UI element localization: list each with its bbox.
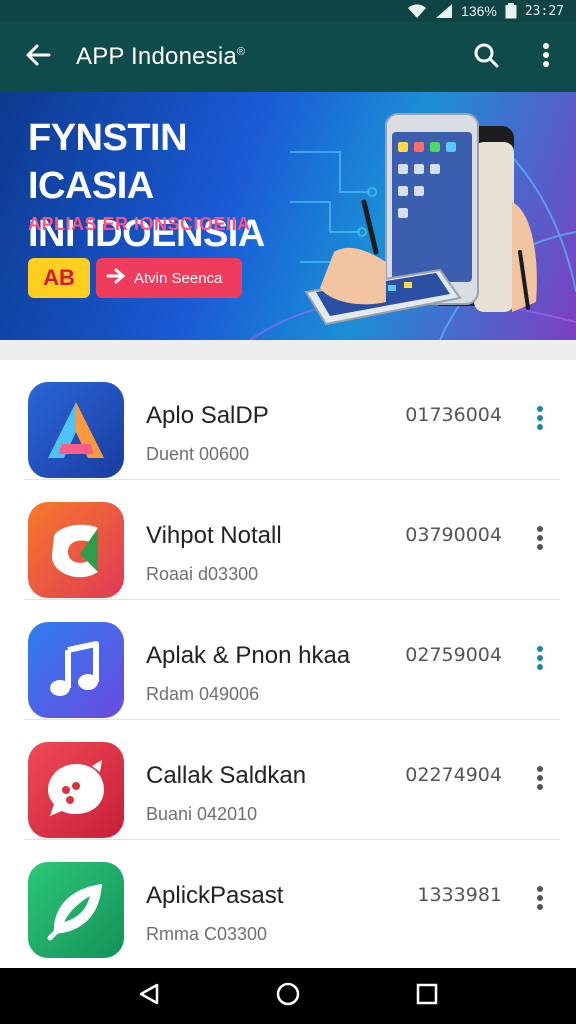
app-number: 1333981: [417, 884, 502, 906]
app-desc: Buani 042010: [146, 804, 258, 824]
nav-home-button[interactable]: [258, 968, 318, 1024]
banner-cta-label: Atvin Seenca: [134, 269, 223, 287]
app-desc: Rmma C03300: [146, 924, 268, 944]
app-number: 03790004: [405, 524, 502, 546]
status-time: 23:27: [524, 3, 564, 19]
signal-icon: [435, 3, 453, 19]
page-title: APP Indonesia®: [76, 43, 456, 71]
app-name: AplickPasast: [146, 882, 284, 909]
app-name: Aplo SalDP: [146, 402, 269, 429]
more-vert-icon: [537, 525, 543, 556]
overflow-menu-button[interactable]: [516, 22, 576, 92]
banner-headline: FYNSTIN ICASIA INI IDOENSIA: [28, 114, 298, 258]
banner-headline-line1: FYNSTIN ICASIA: [28, 117, 188, 207]
app-name: Vihpot Notall: [146, 522, 282, 549]
list-item[interactable]: Aplak & Pnon hkaa Rdam 049006 02759004: [0, 600, 576, 720]
wifi-icon: [407, 3, 427, 19]
more-vert-icon: [537, 405, 543, 436]
list-item[interactable]: Callak Saldkan Buani 042010 02274904: [0, 720, 576, 840]
arrow-left-icon: [25, 42, 51, 73]
registered-mark: ®: [236, 46, 246, 58]
app-number: 02759004: [405, 644, 502, 666]
more-vert-icon: [537, 885, 543, 916]
more-vert-icon: [537, 765, 543, 796]
square-recents-icon: [416, 983, 438, 1010]
list-item[interactable]: Vihpot Notall Roaai d03300 03790004: [0, 480, 576, 600]
phones-illustration: [304, 113, 537, 326]
search-icon: [473, 42, 499, 73]
search-button[interactable]: [456, 22, 516, 92]
item-more-button[interactable]: [526, 640, 554, 680]
app-list: Aplo SalDP Duent 00600 01736004 Vihpot N…: [0, 360, 576, 968]
arrow-right-icon: [106, 268, 126, 288]
letter-a-app-icon: [28, 382, 124, 478]
status-bar: 136% 23:27: [0, 0, 576, 22]
back-button[interactable]: [0, 22, 76, 92]
more-vert-icon: [537, 645, 543, 676]
battery-percent: 136%: [461, 3, 497, 19]
banner-logo-badge: AB: [28, 258, 90, 298]
nav-back-button[interactable]: [119, 968, 179, 1024]
list-item[interactable]: AplickPasast Rmma C03300 1333981: [0, 840, 576, 960]
leaf-g-app-icon: [28, 502, 124, 598]
app-desc: Duent 00600: [146, 444, 250, 464]
app-name: Callak Saldkan: [146, 762, 307, 789]
system-nav-bar: [0, 968, 576, 1024]
battery-icon: [505, 3, 517, 19]
item-more-button[interactable]: [526, 400, 554, 440]
item-more-button[interactable]: [526, 880, 554, 920]
section-divider: [0, 340, 576, 360]
more-vert-icon: [542, 42, 550, 73]
app-number: 01736004: [405, 404, 502, 426]
list-item[interactable]: Aplo SalDP Duent 00600 01736004: [0, 360, 576, 480]
item-more-button[interactable]: [526, 520, 554, 560]
app-desc: Roaai d03300: [146, 564, 259, 584]
leaf-app-icon: [28, 862, 124, 958]
music-note-app-icon: [28, 622, 124, 718]
app-bar: APP Indonesia®: [0, 22, 576, 92]
app-desc: Rdam 049006: [146, 684, 260, 704]
banner-cta-button[interactable]: Atvin Seenca: [96, 258, 242, 298]
chat-bubble-app-icon: [28, 742, 124, 838]
nav-recents-button[interactable]: [397, 968, 457, 1024]
promo-banner[interactable]: FYNSTIN ICASIA INI IDOENSIA APLIAS ER IO…: [0, 92, 576, 340]
circle-home-icon: [275, 981, 301, 1012]
app-name: Aplak & Pnon hkaa: [146, 642, 351, 669]
page-title-text: APP Indonesia: [76, 43, 237, 70]
banner-subtitle: APLIAS ER IONSCIOEIIA: [28, 214, 251, 234]
item-more-button[interactable]: [526, 760, 554, 800]
app-number: 02274904: [405, 764, 502, 786]
triangle-back-icon: [137, 982, 161, 1011]
